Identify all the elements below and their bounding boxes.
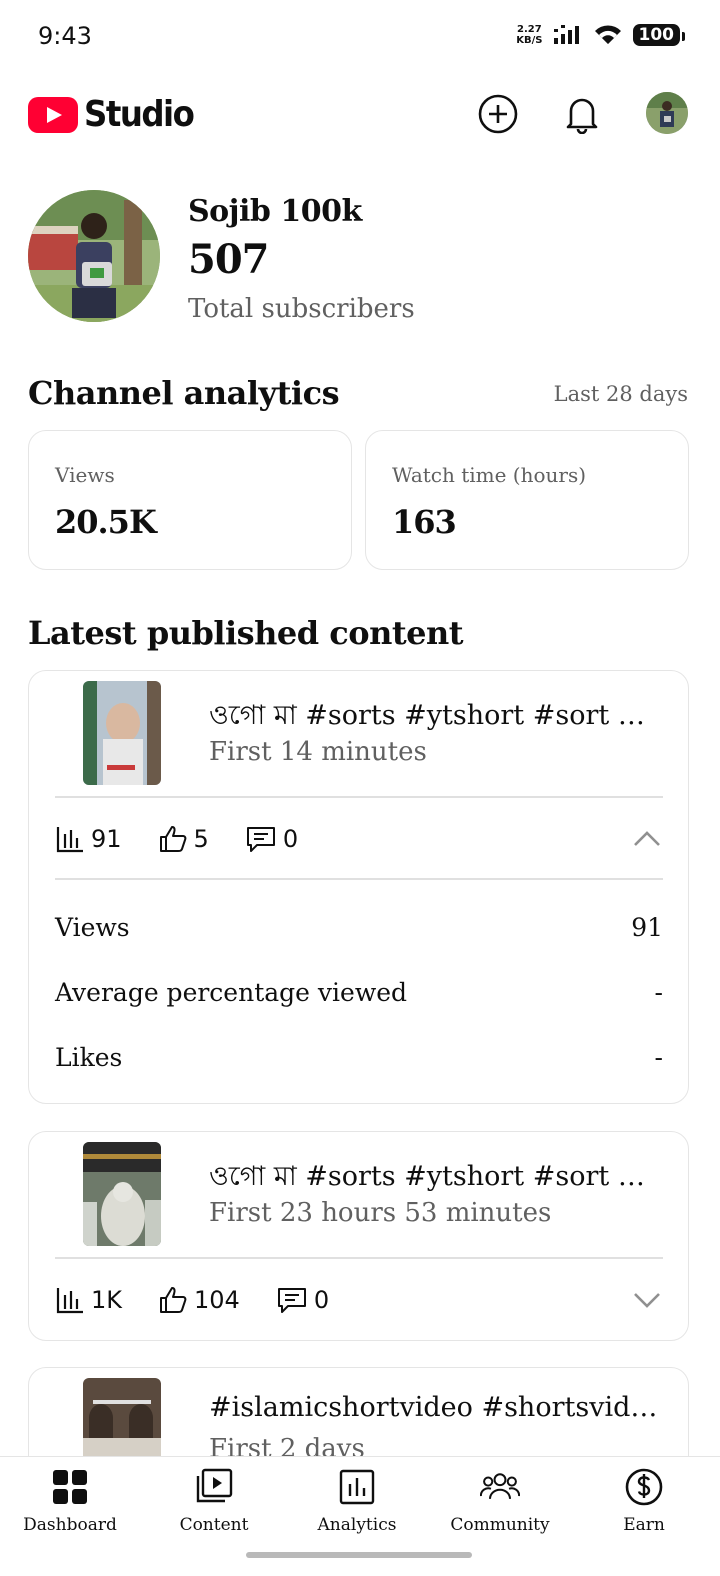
bar-chart-icon [56, 1288, 83, 1314]
add-icon [478, 94, 518, 134]
chevron-down-icon [634, 1293, 660, 1308]
channel-name: Sojib 100k [188, 194, 362, 229]
collapse-button[interactable] [631, 823, 663, 855]
views-count: 91 [91, 825, 122, 853]
video-thumbnail[interactable] [83, 681, 161, 785]
signal-icon [553, 25, 579, 44]
views-metric: 1K [55, 1285, 122, 1315]
status-bar: 9:43 2.27 KB/S 100 [0, 0, 720, 72]
subscriber-count: 507 [188, 236, 269, 283]
chevron-up-icon [634, 831, 660, 846]
views-label: Views [55, 463, 115, 487]
battery-indicator: 100 [632, 24, 685, 46]
avatar-photo [646, 92, 688, 134]
likes-metric: 5 [158, 824, 209, 854]
comments-metric: 0 [245, 824, 298, 854]
likes-count: 5 [193, 825, 209, 853]
bar-chart-icon [56, 827, 83, 853]
divider [55, 1257, 663, 1259]
channel-summary: Sojib 100k 507 Total subscribers [28, 190, 692, 330]
video-age: First 14 minutes [209, 737, 427, 767]
earn-dollar-icon [625, 1468, 663, 1506]
likes-metric: 104 [158, 1285, 240, 1315]
home-indicator[interactable] [246, 1552, 472, 1558]
nav-community[interactable]: Community [440, 1467, 560, 1535]
dashboard-icon [53, 1470, 87, 1504]
views-card[interactable]: Views 20.5K [28, 430, 352, 570]
comment-icon [277, 1288, 306, 1313]
analytics-period: Last 28 days [553, 382, 688, 406]
metrics-row: 91 5 0 [55, 819, 663, 859]
watch-time-card[interactable]: Watch time (hours) 163 [365, 430, 689, 570]
bell-icon [566, 98, 598, 134]
analytics-icon [339, 1469, 375, 1505]
comments-count: 0 [313, 1286, 330, 1314]
video-age: First 23 hours 53 minutes [209, 1198, 552, 1228]
video-title: ওগো মা #sorts #ytshort #sort #নবী… [209, 1161, 659, 1192]
network-speed: 2.27 KB/S [516, 24, 543, 46]
views-metric: 91 [55, 824, 122, 854]
comments-metric: 0 [276, 1285, 329, 1315]
thumbnail-image [83, 681, 161, 785]
views-count: 1K [91, 1286, 123, 1314]
watch-time-value: 163 [392, 503, 457, 541]
video-thumbnail[interactable] [83, 1142, 161, 1246]
likes-count: 104 [194, 1286, 240, 1314]
thumbs-up-icon [159, 826, 186, 852]
account-avatar[interactable] [646, 92, 688, 134]
divider [55, 796, 663, 798]
video-title: #islamicshortvideo #shortsvideo #all… [209, 1392, 659, 1423]
watch-time-label: Watch time (hours) [392, 463, 587, 487]
nav-content[interactable]: Content [154, 1467, 274, 1535]
nav-analytics[interactable]: Analytics [297, 1467, 417, 1535]
channel-avatar[interactable] [28, 190, 160, 322]
latest-content-title: Latest published content [28, 614, 464, 652]
nav-dashboard[interactable]: Dashboard [10, 1467, 130, 1535]
community-icon [480, 1473, 520, 1499]
thumbnail-image [83, 1142, 161, 1246]
youtube-play-icon [28, 96, 78, 133]
divider [55, 878, 663, 880]
bottom-navigation: Dashboard Content Analytics Community Ea… [0, 1456, 720, 1576]
nav-earn[interactable]: Earn [584, 1467, 704, 1535]
logo-text: Studio [84, 94, 195, 135]
analytics-title: Channel analytics [28, 374, 340, 412]
app-header: Studio [0, 86, 720, 146]
thumbs-up-icon [160, 1287, 187, 1313]
video-title: ওগো মা #sorts #ytshort #sort #নবী… [209, 700, 659, 731]
content-card[interactable]: ওগো মা #sorts #ytshort #sort #নবী… First… [28, 1131, 689, 1341]
subscriber-label: Total subscribers [188, 294, 415, 324]
create-button[interactable] [476, 92, 520, 136]
studio-logo[interactable]: Studio [28, 94, 195, 135]
comments-count: 0 [282, 825, 299, 853]
content-card[interactable]: ওগো মা #sorts #ytshort #sort #নবী… First… [28, 670, 689, 1104]
status-time: 9:43 [38, 22, 92, 50]
wifi-icon [594, 25, 621, 44]
metrics-row: 1K 104 0 [55, 1280, 663, 1320]
comment-icon [246, 827, 275, 852]
notifications-button[interactable] [560, 92, 604, 136]
views-value: 20.5K [55, 503, 157, 541]
channel-avatar-photo [28, 190, 160, 322]
expand-button[interactable] [631, 1284, 663, 1316]
status-icons: 2.27 KB/S 100 [516, 24, 685, 46]
content-icon [196, 1468, 233, 1503]
